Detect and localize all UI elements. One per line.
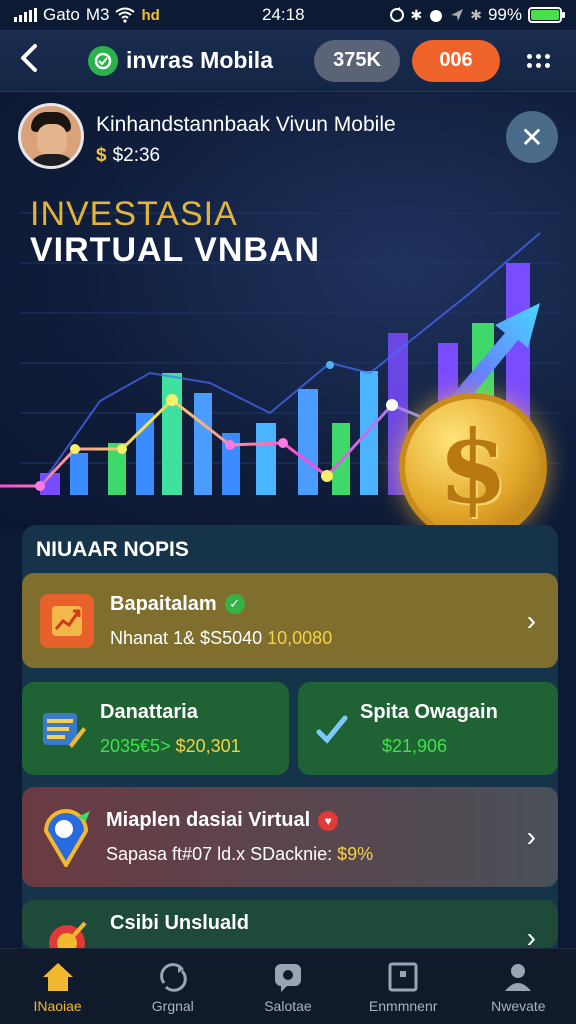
chat-icon (271, 960, 305, 994)
card-danattaria[interactable]: Danattaria 2035€5> $20,301 (22, 682, 289, 775)
card-bapaitalam[interactable]: Bapaitalam ✓ Nhanat 1& $S5040 10,0080 › (22, 573, 558, 668)
home-icon (41, 960, 75, 994)
card-subtitle: 2035€5> $20,301 (100, 736, 289, 757)
card-sub-value: 10,0080 (267, 627, 333, 648)
card-csibi[interactable]: Csibi Unsluald › (22, 900, 558, 948)
profile-text: Kinhandstannbaak Vivun Mobile $ $2:36 (96, 113, 396, 169)
app-header: invras Mobila 375K 006 (0, 30, 576, 92)
wifi-icon (115, 7, 136, 23)
app-logo-icon (88, 45, 118, 76)
nav-nwevate[interactable]: Nwevate (463, 960, 573, 1014)
card-subtitle: Sapasa ft#07 ld.x SDacknie: $9% (106, 844, 527, 865)
chevron-right-icon: › (526, 821, 536, 852)
section-title: NIUAAR NOPIS (36, 538, 189, 561)
hero-title-line1: INVESTASIA (30, 195, 238, 233)
location-icon (451, 9, 464, 21)
card-title-text: Bapaitalam (110, 592, 217, 615)
card-subtitle: $21,906 (360, 736, 558, 757)
target-icon (40, 912, 94, 948)
nav-label: INaoiae (33, 997, 82, 1014)
nav-label: Nwevate (491, 997, 546, 1014)
dollar-icon: $ (96, 145, 107, 166)
bluetooth-icon: ✱ (410, 6, 423, 23)
balance-value: $2:36 (112, 145, 161, 166)
card-text: Miaplen dasiai Virtual ♥ Sapasa ft#07 ld… (106, 809, 527, 865)
app-title: invras Mobila (126, 47, 273, 73)
card-subtitle: Nhanat 1& $S5040 10,0080 (110, 628, 527, 649)
card-title: Bapaitalam ✓ (110, 593, 527, 616)
battery-icon (528, 7, 565, 23)
carrier-label: Gato (43, 5, 80, 24)
verified-check-icon: ✓ (224, 594, 245, 614)
map-pin-icon (36, 809, 96, 867)
card-sub-prefix: Nhanat 1& $S5040 (110, 627, 263, 648)
back-button[interactable] (18, 43, 58, 79)
card-title: Miaplen dasiai Virtual ♥ (106, 809, 527, 832)
battery-fill (531, 10, 559, 20)
card-text: Spita Owagain $21,906 (360, 701, 558, 757)
hero-banner: Kinhandstannbaak Vivun Mobile $ $2:36 ✕ … (0, 93, 576, 530)
user-icon (501, 960, 535, 994)
card-text: Danattaria 2035€5> $20,301 (100, 701, 289, 757)
heart-icon: ♥ (318, 810, 339, 831)
network-label: M3 (85, 5, 110, 24)
gold-coin-icon: $ (399, 393, 547, 530)
chevron-right-icon: › (526, 922, 536, 948)
nav-enmmnenr[interactable]: Enmmnenr (348, 960, 458, 1014)
alarm-icon (430, 10, 443, 22)
status-bar: Gato M3 hd 24:18 ✱ ✱ 99% (0, 0, 576, 30)
card-title-text: Miaplen dasiai Virtual (106, 809, 311, 831)
chevron-right-icon: › (526, 604, 536, 636)
close-button[interactable]: ✕ (506, 111, 558, 163)
refresh-icon (156, 960, 190, 994)
bluetooth-icon-2: ✱ (470, 6, 482, 23)
card-title: Csibi Unsluald (110, 912, 249, 934)
card-sub-prefix: Sapasa ft#07 ld.x SDacknie: (106, 844, 333, 864)
bottom-nav: INaoiae Grgnal Salotae Enmmnenr Nwevate (0, 948, 576, 1024)
card-text: Csibi Unsluald (110, 912, 527, 935)
card-sub-prefix: 2035€5> (100, 735, 171, 756)
card-miaplen[interactable]: Miaplen dasiai Virtual ♥ Sapasa ft#07 ld… (22, 787, 558, 887)
balance-row: $ $2:36 (96, 145, 396, 167)
signal-icon (14, 8, 37, 22)
coin-symbol: $ (438, 408, 508, 526)
nav-salotae[interactable]: Salotae (233, 960, 343, 1014)
avatar[interactable] (18, 103, 84, 169)
nav-grgnal[interactable]: Grgnal (118, 960, 228, 1014)
document-icon (36, 702, 90, 756)
profile-name: Kinhandstannbaak Vivun Mobile (96, 113, 396, 136)
nav-label: Enmmnenr (368, 997, 438, 1014)
status-right: ✱ ✱ 99% (389, 5, 565, 25)
card-spita-owagain[interactable]: Spita Owagain $21,906 (298, 682, 558, 775)
status-time: 24:18 (262, 5, 305, 24)
profile-header[interactable]: Kinhandstannbaak Vivun Mobile $ $2:36 (18, 103, 396, 169)
card-title: Danattaria (100, 700, 198, 723)
status-left: Gato M3 hd (14, 5, 160, 25)
nav-label: Salotae (264, 997, 312, 1014)
hero-title-line2: VIRTUAL VNBAN (30, 231, 321, 269)
close-icon: ✕ (520, 121, 544, 153)
nav-label: Grgnal (151, 997, 194, 1014)
battery-percent: 99% (487, 5, 522, 24)
sync-icon (389, 7, 404, 22)
card-sub-value: $20,301 (175, 735, 241, 756)
pen-check-icon (312, 702, 352, 756)
more-menu-button[interactable] (518, 53, 558, 68)
alert-pill[interactable]: 006 (412, 39, 500, 82)
chevron-left-icon (21, 43, 37, 72)
card-text: Bapaitalam ✓ Nhanat 1& $S5040 10,0080 (110, 593, 527, 649)
count-pill[interactable]: 375K (314, 39, 400, 82)
card-sub-value: $21,906 (382, 735, 448, 756)
frame-icon (386, 960, 420, 994)
nav-home[interactable]: INaoiae (3, 960, 113, 1014)
card-sub-value: $9% (337, 844, 374, 864)
chart-growth-icon (40, 593, 94, 648)
data-badge: hd (141, 6, 160, 24)
card-title: Spita Owagain (360, 700, 498, 723)
